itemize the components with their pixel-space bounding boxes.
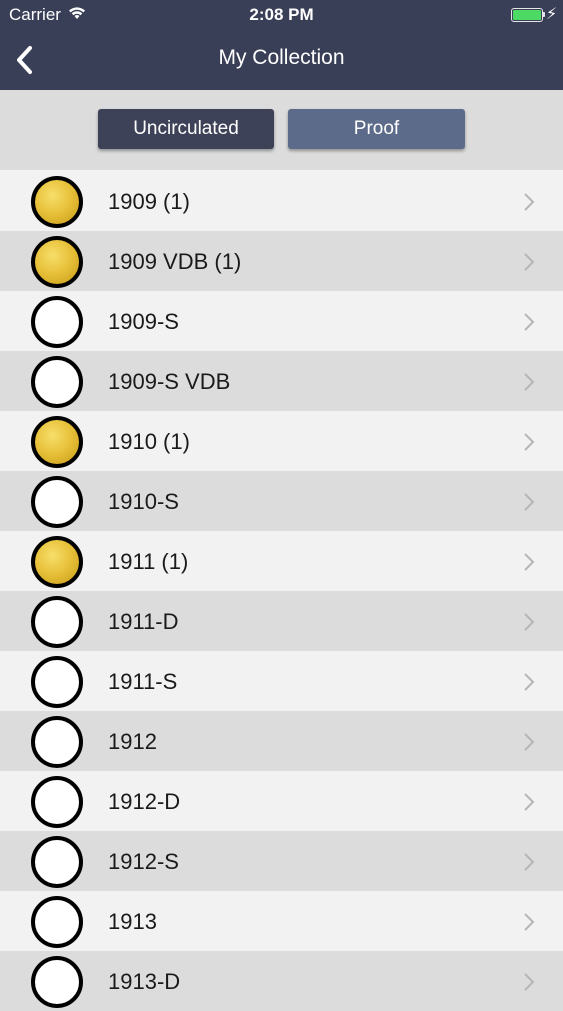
battery-icon <box>511 8 543 22</box>
chevron-right-icon <box>524 853 535 871</box>
list-item[interactable]: 1913 <box>0 891 563 951</box>
coin-empty-icon <box>31 956 83 1008</box>
proof-button[interactable]: Proof <box>288 109 465 149</box>
list-item-label: 1912 <box>108 729 157 754</box>
charging-bolt-icon: ⚡︎ <box>546 6 558 23</box>
list-item[interactable]: 1909-S <box>0 291 563 351</box>
battery-nub <box>542 12 545 17</box>
coin-empty-icon <box>31 896 83 948</box>
coin-empty-icon <box>31 656 83 708</box>
coin-empty-icon <box>31 476 83 528</box>
coin-empty-icon <box>31 836 83 888</box>
coin-empty-icon <box>31 776 83 828</box>
list-item-label: 1913-D <box>108 969 181 994</box>
list-item[interactable]: 1909 VDB (1) <box>0 231 563 291</box>
list-item-label: 1909-S VDB <box>108 369 231 394</box>
chevron-right-icon <box>524 973 535 991</box>
uncirculated-button[interactable]: Uncirculated <box>98 109 274 149</box>
chevron-right-icon <box>524 313 535 331</box>
coin-owned-icon <box>31 416 83 468</box>
page-title: My Collection <box>218 46 345 69</box>
battery-level <box>513 10 541 20</box>
list-item[interactable]: 1912-S <box>0 831 563 891</box>
list-item[interactable]: 1909-S VDB <box>0 351 563 411</box>
list-item[interactable]: 1910-S <box>0 471 563 531</box>
coin-owned-icon <box>31 536 83 588</box>
coin-owned-icon <box>31 176 83 228</box>
coin-empty-icon <box>31 596 83 648</box>
chevron-right-icon <box>524 253 535 271</box>
list-item-label: 1911-S <box>108 669 178 694</box>
status-time: 2:08 PM <box>249 5 314 24</box>
coin-list: 1909 (1) 1909 VDB (1) 1909-S 1909-S VDB 1910… <box>0 171 563 1011</box>
list-item[interactable]: 1910 (1) <box>0 411 563 471</box>
list-item[interactable]: 1911-D <box>0 591 563 651</box>
chevron-right-icon <box>524 793 535 811</box>
chevron-right-icon <box>524 733 535 751</box>
list-item[interactable]: 1912 <box>0 711 563 771</box>
chevron-right-icon <box>524 553 535 571</box>
chevron-right-icon <box>524 433 535 451</box>
chevron-right-icon <box>524 373 535 391</box>
chevron-right-icon <box>524 193 535 211</box>
list-item-label: 1909-S <box>108 309 179 334</box>
list-item-label: 1910-S <box>108 489 179 514</box>
list-item[interactable]: 1913-D <box>0 951 563 1011</box>
chevron-right-icon <box>524 673 535 691</box>
list-item[interactable]: 1909 (1) <box>0 171 563 231</box>
list-item-label: 1910 (1) <box>108 429 190 454</box>
list-item-label: 1909 (1) <box>108 189 190 214</box>
coin-empty-icon <box>31 296 83 348</box>
list-item-label: 1911 (1) <box>108 549 189 574</box>
list-item-label: 1912-D <box>108 789 181 814</box>
list-item-label: 1912-S <box>108 849 179 874</box>
chevron-right-icon <box>524 913 535 931</box>
navigation-bar: My Collection <box>0 30 563 90</box>
list-item[interactable]: 1911 (1) <box>0 531 563 591</box>
chevron-right-icon <box>524 493 535 511</box>
list-item-label: 1911-D <box>108 609 179 634</box>
coin-empty-icon <box>31 356 83 408</box>
coin-owned-icon <box>31 236 83 288</box>
segment-control: Uncirculated Proof <box>0 90 563 170</box>
list-item-label: 1909 VDB (1) <box>108 249 242 274</box>
status-bar: Carrier 2:08 PM ⚡︎ <box>0 0 563 30</box>
list-item[interactable]: 1912-D <box>0 771 563 831</box>
coin-empty-icon <box>31 716 83 768</box>
chevron-right-icon <box>524 613 535 631</box>
list-item[interactable]: 1911-S <box>0 651 563 711</box>
list-item-label: 1913 <box>108 909 157 934</box>
